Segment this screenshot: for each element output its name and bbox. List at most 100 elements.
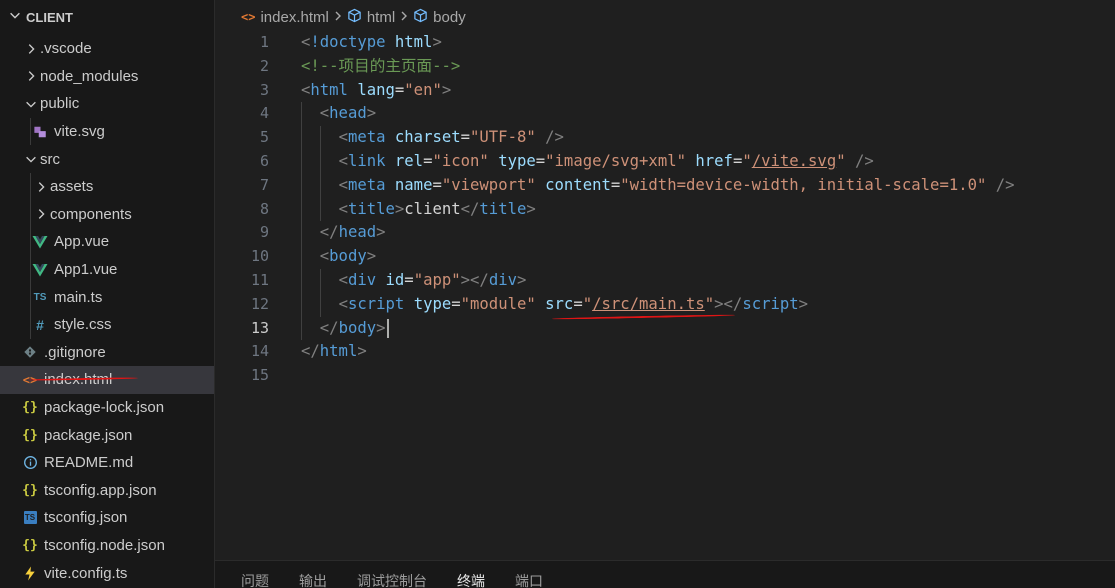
code-token: < bbox=[319, 247, 330, 266]
code-token: < bbox=[338, 151, 348, 170]
code-token: /src/main.ts bbox=[592, 294, 705, 313]
code-line[interactable]: 3 <html lang="en"> bbox=[215, 79, 1115, 103]
code-line[interactable]: 10 <body> bbox=[215, 245, 1115, 269]
code-line[interactable]: 9 </head> bbox=[215, 221, 1115, 246]
code-area[interactable]: 1 <!doctype html> 2 <!--项目的主页面--> 3 <html lan… bbox=[215, 31, 1115, 388]
explorer-header[interactable]: CLIENT bbox=[0, 0, 214, 35]
tree-item-gitignore[interactable]: .gitignore bbox=[0, 339, 214, 367]
tree-item-label: main.ts bbox=[54, 288, 103, 306]
code-token: < bbox=[301, 80, 311, 99]
tree-item-tsconfig-node-json[interactable]: {} tsconfig.node.json bbox=[0, 532, 214, 560]
code-token: rel bbox=[394, 151, 424, 170]
tree-item-src[interactable]: src bbox=[0, 145, 214, 173]
panel-tab[interactable]: 问题 bbox=[241, 568, 269, 588]
tree-item-node-modules[interactable]: node_modules bbox=[0, 63, 214, 91]
breadcrumb-body[interactable]: body bbox=[433, 9, 466, 26]
code-token: > bbox=[432, 33, 442, 51]
indent-guide bbox=[301, 173, 302, 198]
code-token: = bbox=[535, 151, 546, 170]
code-token: " bbox=[742, 151, 752, 170]
code-token: meta bbox=[347, 128, 386, 147]
indent-guide bbox=[301, 245, 302, 269]
code-line[interactable]: 6 <link rel="icon" type="image/svg+xml" … bbox=[215, 149, 1115, 174]
code-line[interactable]: 5 <meta charset="UTF-8" /> bbox=[215, 126, 1115, 150]
code-token: > bbox=[357, 342, 367, 361]
indent-guide bbox=[319, 126, 321, 150]
code-token: src bbox=[545, 294, 574, 313]
indent-guide bbox=[30, 283, 31, 311]
line-number: 3 bbox=[259, 80, 269, 99]
element-cube-icon bbox=[413, 8, 428, 26]
code-line[interactable]: 7 <meta name="viewport" content="width=d… bbox=[215, 173, 1115, 198]
code-line[interactable]: 4 <head> bbox=[215, 102, 1115, 127]
tree-item-label: .vscode bbox=[40, 40, 92, 58]
code-line[interactable]: 12 <script type="module" src="/src/main.… bbox=[215, 292, 1115, 317]
code-token: " bbox=[836, 151, 846, 170]
indent-guide bbox=[319, 292, 321, 317]
tree-item-vite-config-ts[interactable]: vite.config.ts bbox=[0, 559, 214, 587]
code-line[interactable]: 15 bbox=[215, 364, 1115, 388]
code-line[interactable]: 14 </html> bbox=[215, 340, 1115, 364]
tree-item-components[interactable]: components bbox=[0, 200, 214, 229]
indent-guide bbox=[301, 149, 302, 174]
panel-tab[interactable]: 端口 bbox=[515, 568, 543, 588]
tree-item-label: tsconfig.json bbox=[44, 509, 128, 527]
code-token: > bbox=[366, 247, 377, 266]
tree-item-vscode[interactable]: .vscode bbox=[0, 35, 214, 63]
code-token: <!--项目的主页面--> bbox=[301, 56, 461, 75]
line-content bbox=[269, 364, 301, 388]
tree-item-tsconfig-json[interactable]: TS tsconfig.json bbox=[0, 504, 214, 532]
breadcrumb-html[interactable]: html bbox=[367, 9, 395, 26]
code-line[interactable]: 2 <!--项目的主页面--> bbox=[215, 55, 1115, 79]
explorer-title: CLIENT bbox=[26, 10, 73, 25]
tree-item-main-ts[interactable]: TS main.ts bbox=[0, 283, 214, 311]
tree-item-label: src bbox=[40, 150, 60, 168]
code-token: /> bbox=[995, 175, 1015, 194]
code-token: = bbox=[432, 175, 442, 194]
info-file-icon bbox=[20, 454, 40, 472]
tree-item-assets[interactable]: assets bbox=[0, 172, 214, 201]
code-line[interactable]: 8 <title>client</title> bbox=[215, 197, 1115, 222]
code-token: html bbox=[394, 33, 433, 51]
tree-item-label: .gitignore bbox=[44, 343, 106, 361]
tree-item-package-lock-json[interactable]: {} package-lock.json bbox=[0, 394, 214, 422]
panel-tab[interactable]: 终端 bbox=[457, 568, 485, 588]
tree-item-readme-md[interactable]: README.md bbox=[0, 449, 214, 477]
tree-item-style-css[interactable]: # style.css bbox=[0, 310, 214, 339]
line-content: <link rel="icon" type="image/svg+xml" hr… bbox=[269, 149, 874, 174]
tree-item-label: style.css bbox=[54, 316, 112, 334]
line-number: 4 bbox=[259, 104, 269, 123]
json-file-icon: {} bbox=[22, 400, 38, 416]
code-token: "UTF-8" bbox=[470, 128, 536, 147]
tree-item-public[interactable]: public bbox=[0, 90, 214, 118]
ts-file-icon: TS bbox=[33, 291, 47, 303]
code-line[interactable]: 13 </body> bbox=[215, 316, 1115, 341]
code-token: html bbox=[319, 342, 358, 361]
tree-item-vite-svg[interactable]: vite.svg bbox=[0, 117, 214, 146]
tree-item-app-vue[interactable]: App.vue bbox=[0, 228, 214, 256]
json-file-icon: {} bbox=[22, 427, 38, 443]
tree-item-label: README.md bbox=[44, 454, 134, 472]
tree-item-tsconfig-app-json[interactable]: {} tsconfig.app.json bbox=[0, 477, 214, 505]
line-content: <!--项目的主页面--> bbox=[269, 55, 460, 79]
code-token: > bbox=[526, 199, 536, 218]
code-token: > bbox=[376, 223, 386, 242]
tree-item-app1-vue[interactable]: App1.vue bbox=[0, 255, 214, 284]
code-line[interactable]: 1 <!doctype html> bbox=[215, 31, 1115, 55]
panel-tab[interactable]: 输出 bbox=[299, 568, 327, 588]
code-line[interactable]: 11 <div id="app"></div> bbox=[215, 268, 1115, 293]
code-token: link bbox=[347, 151, 386, 170]
tree-item-package-json[interactable]: {} package.json bbox=[0, 421, 214, 449]
json-file-icon: {} bbox=[22, 482, 38, 498]
breadcrumb-file[interactable]: index.html bbox=[260, 9, 328, 26]
line-number: 6 bbox=[259, 151, 269, 170]
panel-tab[interactable]: 调试控制台 bbox=[357, 568, 427, 588]
code-token: "en" bbox=[404, 80, 442, 99]
